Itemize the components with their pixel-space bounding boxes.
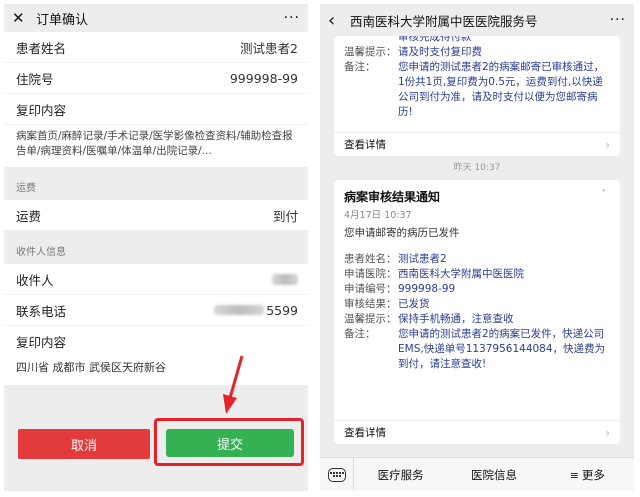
card2-row-value: 保持手机畅通，注意查收 xyxy=(398,313,514,325)
phone-redacted xyxy=(214,305,265,315)
card2-row-value: 您申请的测试患者2的病案已发件，快递公司EMS,快递单号113795614408… xyxy=(398,328,606,370)
card2-row-key: 温馨提示： xyxy=(344,313,397,325)
card2-row-value: 测试患者2 xyxy=(398,253,447,265)
wechat-service-screen: ‹ 西南医科大学附属中医医院服务号 ··· 审核完成待付款 温馨提示： 请及时支… xyxy=(320,4,634,491)
copy-content-label-2: 复印内容 xyxy=(16,335,67,350)
close-icon[interactable]: ✕ xyxy=(12,9,30,27)
hamburger-icon: ≡ xyxy=(569,468,579,482)
cancel-button[interactable]: 取消 xyxy=(18,429,150,459)
action-bar: 取消 提交 xyxy=(4,418,308,466)
more-icon-right[interactable]: ··· xyxy=(610,12,626,28)
card2-date: 4月17日 10:37 xyxy=(344,210,412,221)
menu-medical-service[interactable]: 医疗服务 xyxy=(354,467,447,483)
card2-row: 温馨提示： 保持手机畅通，注意查收 xyxy=(334,312,620,327)
card2-view-details[interactable]: 查看详情 › xyxy=(334,420,620,444)
phone-label: 联系电话 xyxy=(16,303,67,319)
nav-bar: ✕ 订单确认 ··· xyxy=(4,4,308,32)
phone-suffix: 5599 xyxy=(266,302,298,318)
copy-content-text: 病案首页/麻醉记录/手术记录/医学影像检查资料/辅助检查报告单/病理资料/医嘱单… xyxy=(4,125,308,167)
patient-value: 测试患者2 xyxy=(240,40,298,56)
address-text: 四川省 成都市 武侯区天府新谷 xyxy=(4,357,308,385)
more-icon[interactable]: ··· xyxy=(284,10,300,26)
card2-row: 患者姓名： 测试患者2 xyxy=(334,252,620,267)
card2-subtitle: 您申请邮寄的病历已发件 xyxy=(344,227,460,239)
submit-button[interactable]: 提交 xyxy=(166,429,294,457)
card1-view-details[interactable]: 查看详情 › xyxy=(334,132,620,156)
page-title: 订单确认 xyxy=(36,12,89,28)
menu-hospital-info[interactable]: 医院信息 xyxy=(447,467,540,483)
shipping-row: 运费 到付 xyxy=(4,200,308,231)
shipping-section-header: 运费 xyxy=(4,173,308,200)
bottom-menu: 医疗服务 医院信息 ≡ 更多 xyxy=(320,457,634,491)
card2-row-value: 999998-99 xyxy=(398,283,456,295)
card2-title: 病案审核结果通知 xyxy=(344,190,441,204)
card1-note-value: 您申请的测试患者2的病案邮寄已审核通过，1份共1页,复印费为0.5元，运费到付,… xyxy=(398,61,605,118)
card2-row-key: 备注： xyxy=(344,328,376,340)
recipient-name-redacted xyxy=(272,273,298,285)
service-title: 西南医科大学附属中医医院服务号 xyxy=(350,13,538,29)
card1-top-cut: 审核完成待付款 xyxy=(398,36,472,43)
card2-row-value: 西南医科大学附属中医医院 xyxy=(398,268,524,280)
card1-reminder-key: 温馨提示： xyxy=(344,46,397,58)
menu-more[interactable]: ≡ 更多 xyxy=(541,467,634,483)
phone-row: 联系电话 5599 xyxy=(4,295,308,326)
card1-reminder-value: 请及时支付复印费 xyxy=(398,46,482,58)
card2-row: 备注： 您申请的测试患者2的病案已发件，快递公司EMS,快递单号11379561… xyxy=(334,327,620,372)
review-result-card: 病案审核结果通知 ··· 4月17日 10:37 您申请邮寄的病历已发件 患者姓… xyxy=(334,180,620,444)
card2-header: 病案审核结果通知 ··· xyxy=(334,180,620,205)
message-timestamp: 昨天 10:37 xyxy=(453,163,501,173)
card2-detail-label: 查看详情 xyxy=(344,427,386,439)
submit-highlight-frame: 提交 xyxy=(154,418,304,466)
chevron-right-icon: › xyxy=(605,425,610,440)
card-more-icon[interactable]: ··· xyxy=(597,188,610,205)
admission-label: 住院号 xyxy=(16,71,54,87)
card2-row-key: 申请编号： xyxy=(344,283,397,295)
card2-row-key: 患者姓名： xyxy=(344,253,397,265)
shipping-label: 运费 xyxy=(16,208,42,224)
back-icon[interactable]: ‹ xyxy=(328,10,344,31)
card2-row: 审核结果： 已发货 xyxy=(334,297,620,312)
copy-content-row: 复印内容 xyxy=(4,94,308,125)
card2-row: 申请编号： 999998-99 xyxy=(334,282,620,297)
recipient-label: 收件人 xyxy=(16,272,54,288)
card2-row-value: 已发货 xyxy=(398,298,430,310)
copy-content-label: 复印内容 xyxy=(16,102,67,118)
recipient-section-header: 收件人信息 xyxy=(4,237,308,264)
recipient-row: 收件人 xyxy=(4,264,308,295)
menu-more-label: 更多 xyxy=(581,467,605,482)
patient-label: 患者姓名 xyxy=(16,40,67,56)
card2-row-key: 审核结果： xyxy=(344,298,397,310)
patient-row: 患者姓名 测试患者2 xyxy=(4,32,308,63)
shipping-value: 到付 xyxy=(272,208,298,224)
card2-row: 申请医院： 西南医科大学附属中医医院 xyxy=(334,267,620,282)
card1-detail-label: 查看详情 xyxy=(344,139,386,151)
keyboard-icon[interactable] xyxy=(320,457,354,491)
order-confirm-screen: ✕ 订单确认 ··· 患者姓名 测试患者2 住院号 999998-99 复印内容… xyxy=(4,4,308,491)
card1-note-key: 备注： xyxy=(344,61,376,73)
card1-note-row: 备注： 您申请的测试患者2的病案邮寄已审核通过，1份共1页,复印费为0.5元，运… xyxy=(334,60,620,120)
admission-row: 住院号 999998-99 xyxy=(4,63,308,94)
payment-notice-card: 审核完成待付款 温馨提示： 请及时支付复印费 备注： 您申请的测试患者2的病案邮… xyxy=(334,36,620,156)
card1-reminder-row: 温馨提示： 请及时支付复印费 xyxy=(334,45,620,60)
admission-value: 999998-99 xyxy=(229,70,298,86)
card2-row-key: 申请医院： xyxy=(344,268,397,280)
nav-bar-right: ‹ 西南医科大学附属中医医院服务号 ··· xyxy=(320,4,634,36)
card1-top-row: 审核完成待付款 xyxy=(334,36,620,45)
copy-content-row-2: 复印内容 xyxy=(4,326,308,357)
chevron-right-icon: › xyxy=(605,137,610,152)
